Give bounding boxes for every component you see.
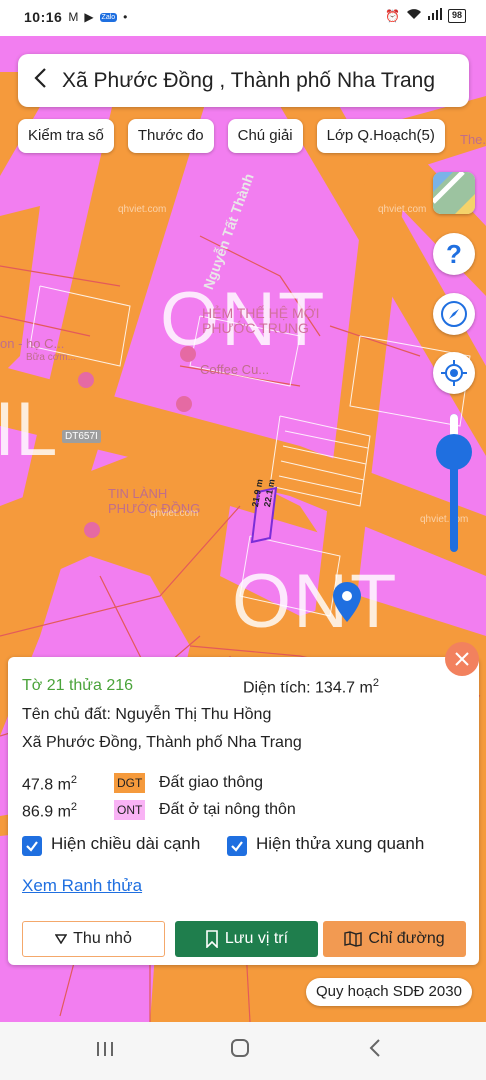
poi-label: HẺM THẾ HỆ MỚI PHƯỚC TRUNG (202, 305, 320, 336)
location-pin-icon[interactable] (333, 582, 361, 627)
directions-label: Chỉ đường (368, 930, 445, 947)
area-unit-sup: 2 (70, 801, 78, 813)
help-button[interactable]: ? (433, 233, 475, 275)
signal-icon (427, 8, 442, 23)
battery-icon: 98 (447, 8, 466, 23)
locate-icon (441, 360, 467, 386)
save-location-button[interactable]: Lưu vị trí (175, 921, 318, 957)
parcel-address: Xã Phước Đồng, Thành phố Nha Trang (22, 734, 302, 751)
ruler-button[interactable]: Thước đo (127, 119, 214, 153)
locate-button[interactable] (433, 352, 475, 394)
owner-name: Tên chủ đất: Nguyễn Thị Thu Hồng (22, 706, 272, 723)
area-unit-sup: 2 (70, 774, 78, 786)
gmail-icon: M (68, 10, 79, 24)
parcel-area-label: Diện tích: 134.7 m (243, 679, 373, 697)
show-edge-length-label: Hiện chiều dài cạnh (51, 834, 201, 853)
home-button[interactable] (230, 1038, 250, 1064)
landuse-area-value: 86.9 m (22, 803, 71, 821)
system-nav-bar (0, 1022, 486, 1080)
landuse-code-badge: DGT (114, 773, 146, 793)
watermark: qhviet.com (378, 204, 427, 215)
area-unit-sup: 2 (372, 677, 379, 689)
map-icon (344, 931, 363, 947)
recent-apps-icon (97, 1042, 113, 1056)
chevron-left-icon (34, 68, 46, 88)
dot-icon: • (123, 10, 128, 24)
youtube-icon: ▶ (84, 10, 94, 24)
planning-layer-button[interactable]: Lớp Q.Hoạch(5) (316, 119, 445, 153)
status-time: 10:16 (24, 9, 63, 25)
landuse-name: Đất giao thông (159, 774, 264, 791)
landuse-area: 86.9 m2 (22, 801, 77, 821)
watermark: qhviet.com (118, 204, 167, 215)
location-header: Xã Phước Đồng , Thành phố Nha Trang (18, 54, 469, 107)
google-maps-icon (433, 172, 475, 214)
watermark: qhviet.com (150, 508, 199, 519)
wifi-icon (406, 8, 422, 23)
back-arrow-icon (369, 1039, 380, 1057)
question-icon: ? (446, 238, 462, 269)
check-icon (231, 841, 243, 852)
minimize-label: Thu nhỏ (73, 930, 132, 947)
directions-button[interactable]: Chỉ đường (323, 921, 466, 957)
parcel-area: Diện tích: 134.7 m2 (243, 677, 379, 697)
close-card-button[interactable] (445, 642, 479, 676)
back-nav-button[interactable] (368, 1038, 382, 1064)
legend-button[interactable]: Chú giải (227, 119, 303, 153)
landuse-name: Đất ở tại nông thôn (159, 801, 296, 818)
poi-label: Bữa cơm... (26, 352, 76, 363)
map-toolbar: Kiểm tra số Thước đo Chú giải Lớp Q.Hoạc… (18, 119, 445, 153)
alarm-icon: ⏰ (385, 8, 400, 23)
compass-icon (441, 301, 467, 327)
poi-label: on - họ C... (0, 336, 65, 351)
watermark: qhviet.com (420, 514, 469, 525)
page-title: Xã Phước Đồng , Thành phố Nha Trang (62, 68, 436, 92)
view-boundary-link[interactable]: Xem Ranh thửa (22, 876, 142, 896)
show-edge-length-checkbox[interactable] (22, 836, 42, 856)
road-code-label: DT657I (62, 430, 101, 443)
planning-layer-label[interactable]: Quy hoạch SDĐ 2030 (306, 978, 472, 1006)
zalo-icon: Zalo (99, 12, 118, 22)
parcel-number: Tờ 21 thửa 216 (22, 677, 134, 694)
zoom-slider-thumb[interactable] (436, 434, 472, 470)
google-maps-button[interactable] (433, 172, 475, 214)
show-neighbors-label: Hiện thửa xung quanh (256, 834, 425, 853)
zone-label: ONT (232, 559, 399, 644)
minimize-button[interactable]: Thu nhỏ (22, 921, 165, 957)
check-icon (26, 841, 38, 852)
show-neighbors-checkbox[interactable] (227, 836, 247, 856)
close-icon (455, 652, 469, 666)
save-location-label: Lưu vị trí (224, 930, 289, 947)
poi-label: Coffee Cu... (200, 362, 270, 377)
poi-label: The... (460, 132, 486, 147)
triangle-down-icon (55, 934, 68, 944)
landuse-area: 47.8 m2 (22, 774, 77, 794)
landuse-code-badge: ONT (114, 800, 146, 820)
check-number-button[interactable]: Kiểm tra số (18, 119, 114, 153)
compass-button[interactable] (433, 293, 475, 335)
recent-apps-button[interactable] (95, 1038, 115, 1064)
zone-label: IL (0, 387, 58, 472)
landuse-area-value: 47.8 m (22, 776, 71, 794)
home-icon (231, 1039, 249, 1057)
bookmark-icon (206, 930, 218, 948)
status-bar: 10:16 M ▶ Zalo • ⏰ 98 (0, 0, 486, 36)
back-button[interactable] (18, 65, 62, 96)
